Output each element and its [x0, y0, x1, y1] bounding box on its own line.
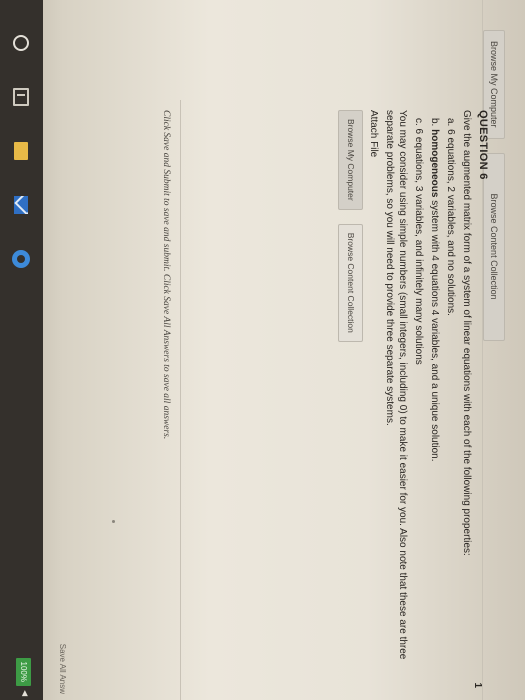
edge-icon[interactable] [11, 248, 33, 270]
attach-buttons: Browse My Computer Browse Content Collec… [338, 110, 363, 670]
browser-screen: Browse My Computer Browse Content Collec… [0, 0, 525, 700]
task-view-icon[interactable] [11, 86, 33, 108]
browse-content-collection-button[interactable]: Browse Content Collection [483, 152, 505, 341]
part-b-rest: system with 4 equations 4 variables, and… [429, 197, 440, 462]
photo-background: Browse My Computer Browse Content Collec… [0, 0, 525, 700]
divider [482, 0, 483, 700]
dust-dot [402, 560, 405, 563]
top-browse-buttons: Browse My Computer Browse Content Collec… [483, 30, 505, 341]
question-body: Give the augmented matrix form of a syst… [338, 110, 473, 670]
question-number: 1 [472, 682, 483, 688]
part-b-prefix: b. [429, 118, 440, 130]
question-title: QUESTION 6 [477, 110, 489, 180]
cortana-icon[interactable] [11, 32, 33, 54]
attach-browse-content-collection-button[interactable]: Browse Content Collection [338, 223, 363, 342]
attach-file-label: Attach File [368, 110, 379, 158]
save-submit-note: Click Save and Submit to save and submit… [161, 110, 171, 440]
save-all-answers-button[interactable]: Save All Answ [58, 644, 67, 694]
question-prompt: Give the augmented matrix form of a syst… [461, 110, 472, 556]
question-note: You may consider using simple numbers (s… [384, 110, 408, 660]
part-b-bold: homogeneous [429, 129, 440, 198]
file-explorer-icon[interactable] [11, 140, 33, 162]
question-part-a: a. 6 equations, 2 variables, and no solu… [445, 118, 456, 316]
question-part-c: c. 6 equations, 3 variables, and infinit… [413, 118, 424, 365]
dust-dot [112, 520, 115, 523]
speaker-icon[interactable]: ◄ [19, 688, 30, 698]
mail-icon[interactable] [11, 194, 33, 216]
divider [180, 100, 181, 700]
windows-taskbar: 100% ◄ [0, 0, 43, 700]
attach-browse-my-computer-button[interactable]: Browse My Computer [338, 110, 363, 210]
battery-indicator[interactable]: 100% [16, 657, 31, 686]
question-part-b: b. homogeneous system with 4 equations 4… [428, 110, 441, 670]
